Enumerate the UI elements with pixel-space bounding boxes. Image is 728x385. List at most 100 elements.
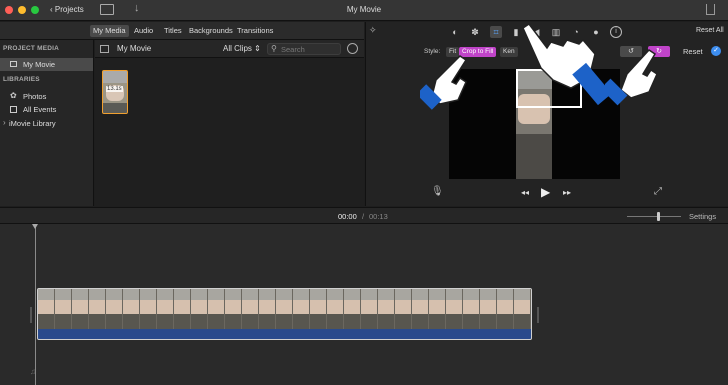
style-label: Style: (424, 48, 441, 55)
info-icon[interactable]: i (610, 26, 622, 38)
noise-reduction-icon[interactable]: ▥ (550, 26, 562, 38)
reset-all-button[interactable]: Reset All (696, 27, 724, 34)
trim-handle-left[interactable] (30, 307, 32, 323)
skip-forward-icon[interactable]: ▸▸ (563, 188, 571, 197)
clip-filter-label: All Clips (223, 44, 252, 53)
gear-icon[interactable] (347, 43, 358, 54)
browser-title: My Movie (117, 44, 152, 53)
filmstrip-frame (395, 289, 412, 329)
reset-button[interactable]: Reset (683, 47, 703, 56)
filmstrip-frame (344, 289, 361, 329)
tab-transitions[interactable]: Transitions (234, 25, 276, 37)
filmstrip-frame (140, 289, 157, 329)
filmstrip-frame (310, 289, 327, 329)
filmstrip-frame (514, 289, 531, 329)
chevron-right-icon: › (3, 118, 6, 127)
filmstrip-frame (55, 289, 72, 329)
style-fit-button[interactable]: Fit (446, 47, 460, 57)
clip-thumbnail[interactable]: 13.1s (102, 70, 128, 114)
star-icon (10, 106, 17, 113)
style-crop-to-fill-button[interactable]: Crop to Fill (459, 47, 497, 57)
libraries-heading: LIBRARIES (3, 76, 40, 83)
share-icon[interactable] (706, 4, 715, 15)
total-time: 00:13 (369, 212, 388, 221)
sidebar-item-imovie-library[interactable]: › iMovie Library (0, 118, 93, 129)
sidebar-item-all-events[interactable]: All Events (0, 104, 93, 115)
browser-tabs: My Media Audio Titles Backgrounds Transi… (0, 22, 364, 40)
filmstrip-frame (480, 289, 497, 329)
sidebar-item-photos[interactable]: ✿ Photos (0, 91, 93, 102)
filmstrip-frame (429, 289, 446, 329)
tab-my-media[interactable]: My Media (90, 25, 129, 37)
clip-duration: 13.1s (106, 86, 123, 92)
search-icon: ⚲ (271, 44, 277, 53)
libraries-sidebar: PROJECT MEDIA My Movie LIBRARIES ✿ Photo… (0, 40, 94, 206)
music-note-icon: ♫ (30, 367, 36, 376)
filmstrip-frame (378, 289, 395, 329)
color-correction-icon[interactable]: ✽ (469, 26, 481, 38)
zoom-slider-thumb[interactable] (657, 212, 660, 221)
search-input[interactable]: ⚲ Search (267, 43, 341, 55)
play-icon[interactable]: ▶ (541, 185, 550, 199)
title-bar: ‹ Projects ↓ My Movie (0, 0, 728, 21)
tab-audio[interactable]: Audio (131, 25, 156, 37)
film-icon (10, 61, 17, 67)
trim-handle-right[interactable] (537, 307, 539, 323)
playhead-handle[interactable] (32, 224, 38, 229)
stabilization-icon[interactable]: ▮ (510, 26, 522, 38)
filmstrip-frame (463, 289, 480, 329)
style-ken-burns-button[interactable]: Ken (500, 47, 518, 57)
tab-backgrounds[interactable]: Backgrounds (186, 25, 236, 37)
filmstrip-frame (157, 289, 174, 329)
timeline-settings-button[interactable]: Settings (689, 212, 716, 221)
apply-checkmark-icon[interactable]: ✓ (711, 46, 721, 56)
rotate-left-icon[interactable]: ↺ (620, 46, 642, 57)
filmstrip-frame (242, 289, 259, 329)
microphone-icon[interactable]: 🎙 (431, 186, 444, 197)
filmstrip-frame (208, 289, 225, 329)
crop-frame[interactable] (516, 69, 582, 108)
filmstrip-frame (123, 289, 140, 329)
playhead[interactable] (35, 224, 36, 385)
filmstrip-frame (361, 289, 378, 329)
fullscreen-icon[interactable]: ⤢ (654, 186, 662, 197)
filmstrip-frame (191, 289, 208, 329)
sidebar-item-label: My Movie (23, 60, 56, 69)
chevron-updown-icon: ⇕ (254, 44, 261, 53)
search-placeholder: Search (281, 45, 305, 54)
filmstrip-frame (106, 289, 123, 329)
timeline-clip[interactable] (37, 288, 532, 340)
clip-filter-select[interactable]: All Clips ⇕ (223, 44, 261, 53)
filmstrip-frame (72, 289, 89, 329)
sidebar-toggle-icon[interactable] (100, 45, 109, 53)
gear-icon: ✿ (10, 91, 17, 100)
project-media-heading: PROJECT MEDIA (3, 45, 60, 52)
tab-titles[interactable]: Titles (161, 25, 185, 37)
volume-icon[interactable]: ◀ (530, 26, 542, 38)
clip-filter-icon[interactable]: ● (590, 26, 602, 38)
timeline: ♫ (0, 224, 728, 385)
zoom-slider[interactable] (627, 216, 681, 217)
filmstrip-frame (225, 289, 242, 329)
window-title: My Movie (346, 5, 382, 14)
color-balance-icon[interactable]: ◐ (449, 26, 461, 38)
time-separator: / (362, 212, 365, 221)
filmstrip-frame (174, 289, 191, 329)
magic-wand-icon[interactable]: ✧ (369, 25, 377, 36)
sidebar-item-label: iMovie Library (9, 119, 56, 128)
rotate-right-icon[interactable]: ↻ (648, 46, 670, 57)
filmstrip-frame (412, 289, 429, 329)
filmstrip-frame (38, 289, 55, 329)
sidebar-item-my-movie[interactable]: My Movie (0, 58, 93, 71)
filmstrip-frame (276, 289, 293, 329)
skip-back-icon[interactable]: ◂◂ (521, 188, 529, 197)
filmstrip-frame (259, 289, 276, 329)
browser-header: My Movie All Clips ⇕ ⚲ Search (95, 40, 364, 58)
filmstrip-frame (497, 289, 514, 329)
clip-filmstrip (38, 289, 531, 329)
filmstrip-frame (293, 289, 310, 329)
crop-icon[interactable]: ⌗ (490, 26, 502, 38)
speed-icon[interactable]: ◔ (570, 26, 582, 38)
video-preview (449, 69, 620, 179)
filmstrip-frame (327, 289, 344, 329)
